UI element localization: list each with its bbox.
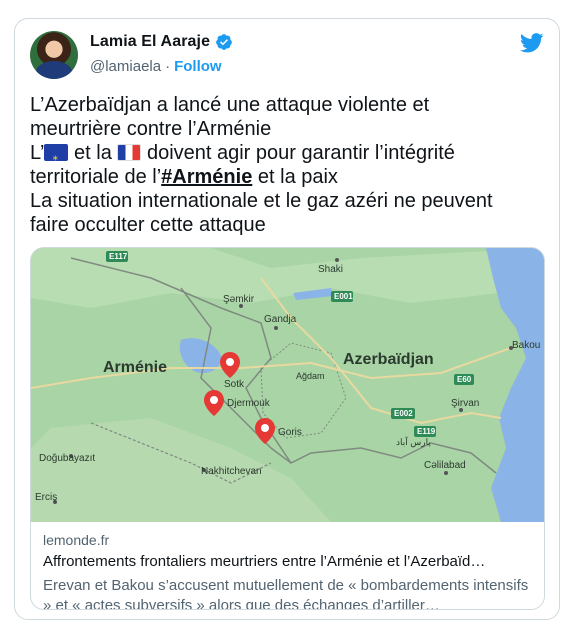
map-city-goris: Goris [278,427,302,438]
tweet-line-2: meurtrière contre l’Arménie [30,118,272,140]
author-name[interactable]: Lamia El Aaraje [90,33,210,51]
tweet-header: Lamia El Aaraje @lamiaela · Follow [30,31,544,83]
author-handle[interactable]: @lamiaela [90,58,161,75]
map-city-sirvan: Şirvan [451,398,479,409]
map-city-samkir: Şəmkir [223,294,255,305]
road-e119: E119 [417,427,436,436]
avatar[interactable] [30,31,78,79]
tweet-line-5: La situation internationale et le gaz az… [30,190,493,212]
link-domain: lemonde.fr [43,532,110,548]
map-city-sotk: Sotk [224,379,245,390]
map-city-bakou: Bakou [512,340,540,351]
link-meta: lemonde.fr Affrontements frontaliers meu… [43,530,533,610]
map-city-shaki: Shaki [318,264,343,275]
road-e60: E60 [457,375,472,384]
map-image: E117 E001 E60 E002 E119 Arménie Azerbaïd… [31,248,544,522]
road-e002: E002 [394,409,413,418]
tweet-line-4-suffix: et la paix [252,166,338,188]
map-label-parsabad: پارس آباد [396,436,431,448]
separator-dot: · [165,58,171,75]
eu-flag-emoji [44,144,69,169]
author-name-row: Lamia El Aaraje [90,33,233,51]
road-e001: E001 [334,292,353,301]
handle-row: @lamiaela · Follow [90,58,222,75]
tweet-card[interactable]: Lamia El Aaraje @lamiaela · Follow L’Aze… [14,18,560,620]
verified-badge-icon [216,34,232,50]
link-preview-card[interactable]: E117 E001 E60 E002 E119 Arménie Azerbaïd… [30,247,545,610]
tweet-text: L’Azerbaïdjan a lancé une attaque violen… [30,93,545,237]
map-label-armenia: Arménie [103,359,167,376]
tweet-line-3-mid: et la [68,142,118,164]
map-city-celilabad: Cəlilabad [424,460,466,471]
tweet-line-6: faire occulter cette attaque [30,214,266,236]
france-flag-emoji [117,144,142,161]
tweet-line-3: L’ et la doivent agir pour garantir l’in… [30,141,545,169]
tweet-line-4-prefix: territoriale de l’ [30,166,162,188]
map-city-dogubayazit: Doğubayazıt [39,453,95,464]
map-city-djermouk: Djermouk [227,398,271,409]
follow-button[interactable]: Follow [174,58,222,75]
tweet-line-1: L’Azerbaïdjan a lancé une attaque violen… [30,94,430,116]
road-e117: E117 [109,252,128,261]
hashtag-link[interactable]: #Arménie [161,166,252,188]
tweet-line-4: territoriale de l’#Arménie et la paix [30,165,545,189]
link-description: Erevan et Bakou s’accusent mutuellement … [43,577,529,610]
map-label-azerbaijan: Azerbaïdjan [343,351,434,368]
twitter-bird-icon[interactable] [520,33,544,53]
map-city-gandja: Gandja [264,314,297,325]
map-city-ercis: Erciş [35,492,57,503]
tweet-line-3-suffix: doivent agir pour garantir l’intégrité [141,142,455,164]
link-headline[interactable]: Affrontements frontaliers meurtriers ent… [43,552,533,572]
map-city-agdam: Ağdam [296,371,325,381]
map-city-nakhitchevan: Nakhitchevan [201,466,262,477]
tweet-line-3-prefix: L’ [30,142,45,164]
